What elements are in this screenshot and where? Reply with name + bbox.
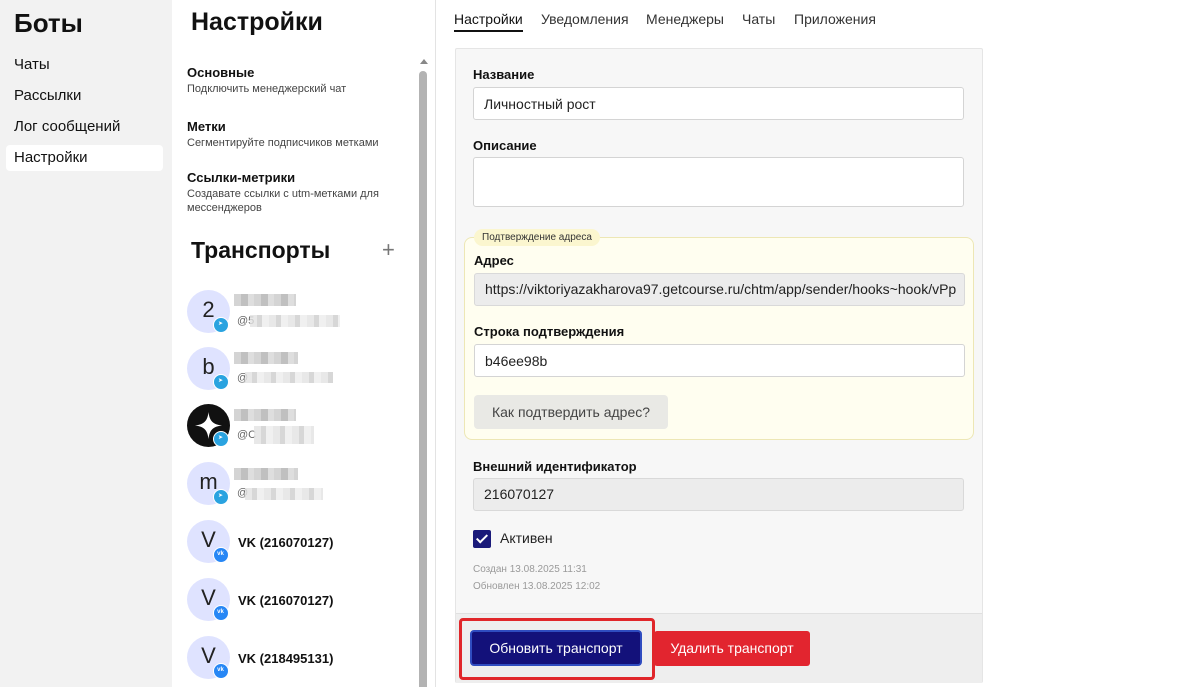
- menu-item-title: Основные: [187, 65, 255, 80]
- redacted-handle: [254, 426, 314, 444]
- redacted-name: [234, 294, 296, 306]
- redacted-name: [234, 352, 298, 364]
- tab-settings[interactable]: Настройки: [454, 9, 523, 32]
- scrollbar-thumb[interactable]: [419, 71, 427, 687]
- transport-item[interactable]: ➤ @C: [187, 404, 412, 452]
- transport-item[interactable]: 2 ➤ @5: [187, 290, 412, 338]
- settings-menu-tags[interactable]: Метки Сегментируйте подписчиков метками: [187, 119, 412, 150]
- redacted-handle: [245, 488, 323, 500]
- nav-item-settings[interactable]: Настройки: [6, 145, 163, 171]
- tab-notifications[interactable]: Уведомления: [541, 9, 629, 29]
- telegram-icon: ➤: [213, 431, 229, 447]
- menu-item-subtitle: Создавате ссылки с utm-метками для мессе…: [187, 188, 379, 214]
- tab-chats[interactable]: Чаты: [742, 9, 775, 29]
- plus-icon[interactable]: +: [382, 238, 395, 262]
- confirm-label: Строка подтверждения: [474, 324, 625, 339]
- transport-item[interactable]: b ➤ @: [187, 347, 412, 395]
- created-timestamp: Создан 13.08.2025 11:31: [473, 564, 587, 575]
- name-label: Название: [473, 67, 535, 82]
- transport-item[interactable]: V vk VK (216070127): [187, 520, 412, 568]
- tab-apps[interactable]: Приложения: [794, 9, 876, 29]
- external-id-field[interactable]: 216070127: [473, 478, 964, 511]
- active-label[interactable]: Активен: [500, 530, 553, 546]
- menu-item-subtitle: Сегментируйте подписчиков метками: [187, 137, 379, 149]
- redacted-handle: [250, 315, 340, 327]
- transport-name: VK (218495131): [238, 651, 334, 666]
- redacted-name: [234, 409, 296, 421]
- telegram-icon: ➤: [213, 374, 229, 390]
- scroll-up-icon[interactable]: [420, 59, 428, 64]
- address-field[interactable]: https://viktoriyazakharova97.getcourse.r…: [474, 273, 965, 306]
- redacted-name: [234, 468, 298, 480]
- settings-menu-metric-links[interactable]: Ссылки-метрики Создавате ссылки с utm-ме…: [187, 170, 412, 215]
- transport-item[interactable]: V vk VK (216070127): [187, 578, 412, 626]
- left-nav: Боты Чаты Рассылки Лог сообщений Настрой…: [0, 0, 172, 687]
- tab-managers[interactable]: Менеджеры: [646, 9, 724, 29]
- settings-column: Настройки Основные Подключить менеджерск…: [172, 0, 436, 687]
- name-input[interactable]: [473, 87, 964, 120]
- form-footer: Обновить транспорт Удалить транспорт: [456, 613, 982, 683]
- nav-items: Чаты Рассылки Лог сообщений Настройки: [6, 52, 163, 176]
- nav-item-mailings[interactable]: Рассылки: [6, 83, 163, 109]
- menu-item-title: Ссылки-метрики: [187, 170, 296, 185]
- updated-timestamp: Обновлен 13.08.2025 12:02: [473, 581, 601, 592]
- how-to-verify-button[interactable]: Как подтвердить адрес?: [474, 395, 668, 429]
- delete-transport-button[interactable]: Удалить транспорт: [654, 631, 810, 666]
- menu-item-title: Метки: [187, 119, 226, 134]
- redacted-handle: [245, 372, 333, 383]
- menu-item-subtitle: Подключить менеджерский чат: [187, 83, 347, 95]
- transport-name: VK (216070127): [238, 535, 334, 550]
- nav-item-chats[interactable]: Чаты: [6, 52, 163, 78]
- transport-item[interactable]: m ➤ @: [187, 462, 412, 510]
- telegram-icon: ➤: [213, 489, 229, 505]
- nav-item-message-log[interactable]: Лог сообщений: [6, 114, 163, 140]
- telegram-icon: ➤: [213, 317, 229, 333]
- external-id-label: Внешний идентификатор: [473, 459, 637, 474]
- transport-form: Название Описание Подтверждение адреса А…: [455, 48, 983, 683]
- update-transport-button[interactable]: Обновить транспорт: [470, 630, 642, 666]
- address-label: Адрес: [474, 253, 514, 268]
- active-checkbox[interactable]: [473, 530, 491, 548]
- verification-tag: Подтверждение адреса: [474, 229, 600, 246]
- transport-item[interactable]: V vk VK (218495131): [187, 636, 412, 684]
- settings-menu-basic[interactable]: Основные Подключить менеджерский чат: [187, 65, 412, 96]
- settings-title: Настройки: [191, 8, 323, 36]
- description-label: Описание: [473, 138, 537, 153]
- transports-title: Транспорты: [191, 237, 331, 263]
- description-textarea[interactable]: [473, 157, 964, 207]
- nav-title: Боты: [14, 8, 83, 38]
- transport-name: VK (216070127): [238, 593, 334, 608]
- vk-icon: vk: [213, 663, 229, 679]
- address-verification-panel: Подтверждение адреса Адрес https://vikto…: [464, 229, 974, 440]
- vk-icon: vk: [213, 605, 229, 621]
- scrollbar[interactable]: [417, 55, 431, 687]
- confirm-input[interactable]: [474, 344, 965, 377]
- vk-icon: vk: [213, 547, 229, 563]
